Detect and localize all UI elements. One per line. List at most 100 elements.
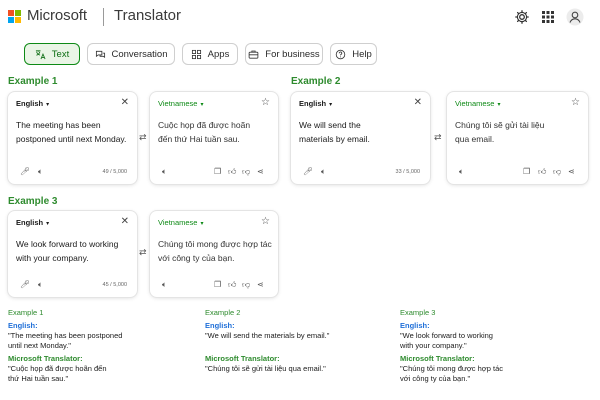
source-text-line: We look forward to working	[16, 239, 119, 249]
character-count: 45 / 5,000	[102, 282, 127, 288]
copy-icon[interactable]: ❐	[214, 280, 221, 289]
summary-example-3: Example 3 English: "We look forward to w…	[400, 308, 595, 384]
example-2-source-card: English ▾ ✕ We will send the materials by…	[291, 92, 430, 184]
target-language-label: Vietnamese	[158, 218, 198, 227]
summary-example-2: Example 2 English: "We will send the mat…	[205, 308, 390, 374]
source-text-line: postponed until next Monday.	[16, 133, 127, 144]
source-text[interactable]: The meeting has been postponed until nex…	[16, 119, 126, 146]
swap-languages-icon[interactable]: ⇄	[139, 247, 147, 258]
target-text-line: qua email.	[455, 133, 495, 144]
gear-icon[interactable]	[514, 9, 530, 25]
target-language-select[interactable]: Vietnamese ▾	[158, 99, 204, 108]
microphone-icon[interactable]: 🎤︎	[303, 167, 313, 176]
microphone-icon[interactable]: 🎤︎	[20, 280, 30, 289]
thumbs-up-icon[interactable]: 👍︎	[538, 167, 546, 177]
target-text-line: Cuộc họp đã được hoãn	[158, 120, 251, 130]
summary-translator-text: "Chúng tôi sẽ gửi tài liệu qua email."	[205, 364, 326, 373]
share-icon[interactable]: ⋖	[257, 280, 264, 289]
tab-text[interactable]: Text	[24, 43, 80, 65]
chevron-down-icon: ▾	[200, 221, 204, 227]
star-icon[interactable]: ☆	[571, 97, 580, 108]
summary-english-text: "We look forward to working	[400, 331, 493, 340]
source-text-line: with your company.	[16, 252, 89, 263]
copy-icon[interactable]: ❐	[523, 167, 530, 176]
tab-for-business[interactable]: For business	[245, 43, 323, 65]
summary-english-text: with your company."	[400, 341, 467, 350]
source-text-line: The meeting has been	[16, 120, 101, 130]
share-icon[interactable]: ⋖	[568, 167, 575, 176]
thumbs-down-icon[interactable]: 👎︎	[553, 167, 561, 177]
share-icon[interactable]: ⋖	[257, 167, 264, 176]
product-name[interactable]: Translator	[114, 7, 181, 24]
close-icon[interactable]: ✕	[414, 97, 422, 108]
target-text-line: với công ty của bạn.	[158, 252, 235, 263]
help-icon	[335, 49, 346, 59]
source-text[interactable]: We will send the materials by email.	[299, 119, 370, 146]
header-divider	[103, 8, 104, 26]
summary-example-1: Example 1 English: "The meeting has been…	[8, 308, 188, 384]
target-text: Cuộc họp đã được hoãn đến thứ Hai tuần s…	[158, 119, 250, 146]
example-2-target-card: Vietnamese ▾ ☆ Chúng tôi sẽ gửi tài liệu …	[447, 92, 588, 184]
example-3-target-card: Vietnamese ▾ ☆ Chúng tôi mong được hợp tá…	[150, 211, 278, 297]
close-icon[interactable]: ✕	[121, 216, 129, 227]
summary-translator-label: Microsoft Translator:	[400, 354, 475, 363]
speaker-icon[interactable]: 🔈︎	[38, 167, 43, 177]
chevron-down-icon: ▾	[46, 102, 50, 108]
summary-translator-label: Microsoft Translator:	[205, 354, 280, 363]
source-text[interactable]: We look forward to working with your com…	[16, 238, 118, 265]
briefcase-icon	[248, 50, 259, 59]
summary-english-text: "We will send the materials by email."	[205, 331, 330, 340]
summary-title: Example 2	[205, 308, 241, 317]
target-language-select[interactable]: Vietnamese ▾	[455, 99, 501, 108]
brand-name[interactable]: Microsoft	[27, 7, 87, 24]
summary-title: Example 1	[8, 308, 44, 317]
speaker-icon[interactable]: 🔈︎	[162, 280, 167, 290]
app-header: Microsoft Translator	[0, 0, 600, 34]
target-text-line: đến thứ Hai tuần sau.	[158, 133, 240, 144]
source-language-select[interactable]: English ▾	[16, 99, 49, 108]
speaker-icon[interactable]: 🔈︎	[38, 280, 43, 290]
summary-english-label: English:	[205, 321, 235, 330]
star-icon[interactable]: ☆	[261, 97, 270, 108]
summary-english-text: until next Monday."	[8, 341, 71, 350]
copy-icon[interactable]: ❐	[214, 167, 221, 176]
source-language-select[interactable]: English ▾	[16, 218, 49, 227]
tab-text-label: Text	[51, 48, 70, 60]
tab-for-business-label: For business	[265, 48, 320, 60]
tab-conversation[interactable]: Conversation	[87, 43, 175, 65]
thumbs-up-icon[interactable]: 👍︎	[228, 280, 236, 290]
speaker-icon[interactable]: 🔈︎	[459, 167, 464, 177]
swap-languages-icon[interactable]: ⇄	[139, 132, 147, 143]
tab-help[interactable]: Help	[330, 43, 377, 65]
avatar-icon[interactable]	[566, 8, 584, 26]
source-language-label: English	[299, 99, 327, 108]
close-icon[interactable]: ✕	[121, 97, 129, 108]
thumbs-up-icon[interactable]: 👍︎	[228, 167, 236, 177]
thumbs-down-icon[interactable]: 👎︎	[242, 280, 250, 290]
example-1-source-card: English ▾ ✕ The meeting has been postpone…	[8, 92, 137, 184]
microphone-icon[interactable]: 🎤︎	[20, 167, 30, 176]
target-text-line: Chúng tôi sẽ gửi tài liệu	[455, 120, 545, 130]
tab-apps[interactable]: Apps	[182, 43, 238, 65]
summary-translator-text: "Chúng tôi mong được hợp tác	[400, 364, 503, 373]
swap-languages-icon[interactable]: ⇄	[434, 132, 442, 143]
apps-grid-icon[interactable]	[540, 9, 556, 25]
source-text-line: We will send the	[299, 120, 361, 130]
target-language-select[interactable]: Vietnamese ▾	[158, 218, 204, 227]
example-2-title: Example 2	[291, 76, 341, 87]
source-language-label: English	[16, 99, 44, 108]
tab-conversation-label: Conversation	[111, 48, 168, 60]
thumbs-down-icon[interactable]: 👎︎	[242, 167, 250, 177]
example-1-title: Example 1	[8, 76, 58, 87]
source-language-select[interactable]: English ▾	[299, 99, 332, 108]
target-text: Chúng tôi mong được hợp tác với công ty …	[158, 238, 272, 265]
chevron-down-icon: ▾	[46, 221, 50, 227]
microsoft-logo-icon[interactable]	[8, 10, 21, 23]
summary-english-text: "The meeting has been postponed	[8, 331, 123, 340]
summary-translator-text: thứ Hai tuần sau."	[8, 374, 69, 383]
source-text-line: materials by email.	[299, 133, 370, 144]
speaker-icon[interactable]: 🔈︎	[321, 167, 326, 177]
character-count: 33 / 5,000	[395, 169, 420, 175]
speaker-icon[interactable]: 🔈︎	[162, 167, 167, 177]
star-icon[interactable]: ☆	[261, 216, 270, 227]
